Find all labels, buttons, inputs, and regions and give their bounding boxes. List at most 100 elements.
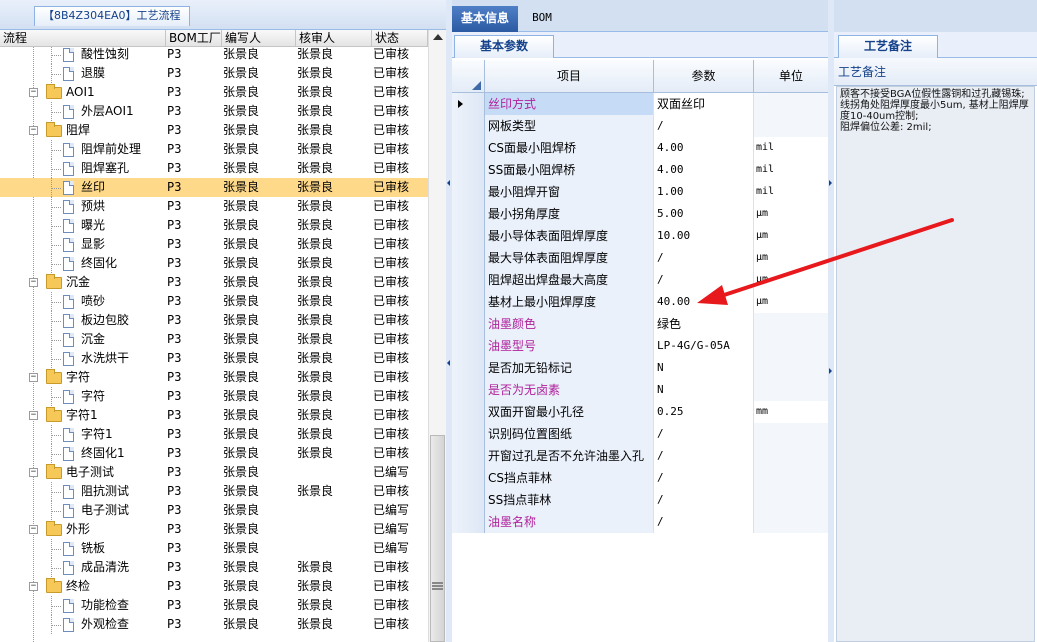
row-header[interactable] <box>452 401 485 423</box>
row-header[interactable] <box>452 137 485 159</box>
col-header-bom[interactable]: BOM工厂 <box>166 30 222 47</box>
tree-row[interactable]: 电子测试 P3 张景良 已编写 <box>0 501 428 520</box>
tree-row[interactable]: 退膜 P3 张景良 张景良 已审核 <box>0 64 428 83</box>
tree-scrollbar[interactable] <box>428 30 446 642</box>
tab-process-flow[interactable]: 【8B4Z304EA0】工艺流程 <box>34 6 190 26</box>
param-row[interactable]: CS挡点菲林 / <box>452 467 828 489</box>
param-value-cell[interactable]: N <box>654 357 754 379</box>
param-value-cell[interactable]: / <box>654 467 754 489</box>
param-value-cell[interactable]: N <box>654 379 754 401</box>
tree-row[interactable]: 外层AOI1 P3 张景良 张景良 已审核 <box>0 102 428 121</box>
tree-row[interactable]: 板边包胶 P3 张景良 张景良 已审核 <box>0 311 428 330</box>
collapse-icon[interactable]: − <box>29 126 38 135</box>
tree-row[interactable]: − AOI1 P3 张景良 张景良 已审核 <box>0 83 428 102</box>
tab-basic-info[interactable]: 基本信息 <box>452 6 518 32</box>
param-row[interactable]: 油墨名称 / <box>452 511 828 533</box>
param-value-cell[interactable]: / <box>654 423 754 445</box>
param-value-cell[interactable]: 双面丝印 <box>654 93 754 115</box>
row-header[interactable] <box>452 269 485 291</box>
param-row[interactable]: 最大导体表面阻焊厚度 / μm <box>452 247 828 269</box>
tab-basic-params[interactable]: 基本参数 <box>454 35 554 58</box>
tab-process-notes[interactable]: 工艺备注 <box>838 35 938 58</box>
tree-row[interactable]: 喷砂 P3 张景良 张景良 已审核 <box>0 292 428 311</box>
tree-row[interactable]: 丝印 P3 张景良 张景良 已审核 <box>0 178 428 197</box>
row-header[interactable] <box>452 379 485 401</box>
tree-row[interactable]: − 终检 P3 张景良 张景良 已审核 <box>0 577 428 596</box>
tree-row[interactable]: 阻焊前处理 P3 张景良 张景良 已审核 <box>0 140 428 159</box>
tree-row[interactable]: 阻焊塞孔 P3 张景良 张景良 已审核 <box>0 159 428 178</box>
tree-row[interactable]: 字符1 P3 张景良 张景良 已审核 <box>0 425 428 444</box>
collapse-icon[interactable]: − <box>29 278 38 287</box>
param-value-cell[interactable]: 5.00 <box>654 203 754 225</box>
tree-row[interactable]: 曝光 P3 张景良 张景良 已审核 <box>0 216 428 235</box>
tree-row[interactable]: 酸性蚀刻 P3 张景良 张景良 已审核 <box>0 47 428 64</box>
tree-row[interactable]: 成品清洗 P3 张景良 张景良 已审核 <box>0 558 428 577</box>
param-row[interactable]: 识别码位置图纸 / <box>452 423 828 445</box>
param-row[interactable]: 双面开窗最小孔径 0.25 mm <box>452 401 828 423</box>
tree-row[interactable]: − 字符1 P3 张景良 张景良 已审核 <box>0 406 428 425</box>
param-row[interactable]: 是否加无铅标记 N <box>452 357 828 379</box>
tree-row[interactable]: − 阻焊 P3 张景良 张景良 已审核 <box>0 121 428 140</box>
row-header[interactable] <box>452 225 485 247</box>
param-value-cell[interactable]: 4.00 <box>654 159 754 181</box>
param-value-cell[interactable]: / <box>654 269 754 291</box>
row-header[interactable] <box>452 511 485 533</box>
grid-corner[interactable] <box>452 60 485 93</box>
col-header-unit[interactable]: 单位 <box>754 60 828 93</box>
collapse-left-icon[interactable] <box>447 360 450 366</box>
row-header[interactable] <box>452 445 485 467</box>
row-header[interactable] <box>452 357 485 379</box>
param-row[interactable]: 油墨颜色 绿色 <box>452 313 828 335</box>
param-value-cell[interactable]: 绿色 <box>654 313 754 335</box>
row-header[interactable] <box>452 247 485 269</box>
param-value-cell[interactable]: 4.00 <box>654 137 754 159</box>
param-value-cell[interactable]: 10.00 <box>654 225 754 247</box>
row-header[interactable] <box>452 489 485 511</box>
param-row[interactable]: 丝印方式 双面丝印 <box>452 93 828 115</box>
param-row[interactable]: 油墨型号 LP-4G/G-05A <box>452 335 828 357</box>
col-header-item[interactable]: 项目 <box>485 60 654 93</box>
col-header-writer[interactable]: 编写人 <box>222 30 296 47</box>
param-row[interactable]: 阻焊超出焊盘最大高度 / μm <box>452 269 828 291</box>
param-row[interactable]: SS挡点菲林 / <box>452 489 828 511</box>
tree-row[interactable]: − 外形 P3 张景良 已编写 <box>0 520 428 539</box>
col-header-param[interactable]: 参数 <box>654 60 754 93</box>
param-row[interactable]: 开窗过孔是否不允许油墨入孔 / <box>452 445 828 467</box>
row-header[interactable] <box>452 335 485 357</box>
param-row[interactable]: 是否为无卤素 N <box>452 379 828 401</box>
tree-row[interactable]: − 沉金 P3 张景良 张景良 已审核 <box>0 273 428 292</box>
tree-row[interactable]: 铣板 P3 张景良 已编写 <box>0 539 428 558</box>
param-value-cell[interactable]: LP-4G/G-05A <box>654 335 754 357</box>
collapse-icon[interactable]: − <box>29 411 38 420</box>
tree-row[interactable]: 沉金 P3 张景良 张景良 已审核 <box>0 330 428 349</box>
row-header[interactable] <box>452 467 485 489</box>
tree-row[interactable]: − 电子测试 P3 张景良 已编写 <box>0 463 428 482</box>
col-header-flow[interactable]: 流程 <box>0 30 166 47</box>
param-row[interactable]: 基材上最小阻焊厚度 40.00 μm <box>452 291 828 313</box>
param-row[interactable]: 最小阻焊开窗 1.00 mil <box>452 181 828 203</box>
tree-row[interactable]: − 字符 P3 张景良 张景良 已审核 <box>0 368 428 387</box>
param-value-cell[interactable]: / <box>654 115 754 137</box>
param-row[interactable]: CS面最小阻焊桥 4.00 mil <box>452 137 828 159</box>
collapse-icon[interactable]: − <box>29 582 38 591</box>
tree-row[interactable]: 水洗烘干 P3 张景良 张景良 已审核 <box>0 349 428 368</box>
col-header-reviewer[interactable]: 核审人 <box>296 30 372 47</box>
param-row[interactable]: 最小拐角厚度 5.00 μm <box>452 203 828 225</box>
collapse-icon[interactable]: − <box>29 468 38 477</box>
col-header-status[interactable]: 状态 <box>372 30 428 47</box>
tree-row[interactable]: 功能检查 P3 张景良 张景良 已审核 <box>0 596 428 615</box>
param-value-cell[interactable]: / <box>654 489 754 511</box>
row-header[interactable] <box>452 181 485 203</box>
scroll-up-icon[interactable] <box>433 34 443 40</box>
row-header[interactable] <box>452 159 485 181</box>
param-value-cell[interactable]: 1.00 <box>654 181 754 203</box>
collapse-icon[interactable]: − <box>29 525 38 534</box>
row-header[interactable] <box>452 291 485 313</box>
param-value-cell[interactable]: 40.00 <box>654 291 754 313</box>
collapse-icon[interactable]: − <box>29 88 38 97</box>
collapse-right-icon[interactable] <box>829 180 832 186</box>
row-header[interactable] <box>452 423 485 445</box>
param-value-cell[interactable]: / <box>654 247 754 269</box>
param-row[interactable]: SS面最小阻焊桥 4.00 mil <box>452 159 828 181</box>
notes-memo[interactable]: 顾客不接受BGA位假性露铜和过孔藏锡珠; 线拐角处阻焊厚度最小5um, 基材上阻… <box>836 86 1035 642</box>
